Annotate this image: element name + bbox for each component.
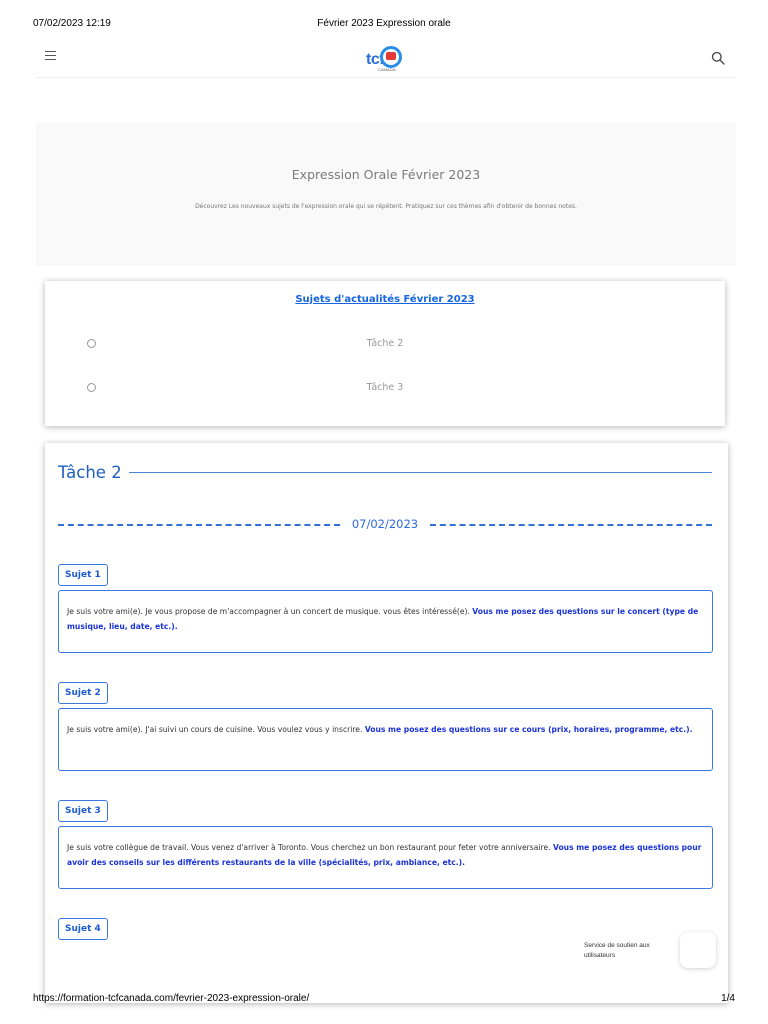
subject-text: Je suis votre ami(e). Je vous propose de… <box>67 607 473 616</box>
search-icon[interactable] <box>711 51 725 65</box>
page-description: Découvrez Les nouveaux sujets de l'expre… <box>195 203 577 210</box>
tache-2-section: Tâche 2 07/02/2023 Sujet 1 Je suis votre… <box>45 443 728 1003</box>
print-title: Février 2023 Expression orale <box>317 18 451 29</box>
canada-flag-icon <box>386 52 396 60</box>
support-label: Service de soutien aux utilisateurs <box>584 942 650 959</box>
subject-question: Vous me posez des questions sur ce cours… <box>364 725 693 734</box>
toc-item-tache-2[interactable]: Tâche 2 <box>45 334 725 354</box>
print-page-number: 1/4 <box>721 993 735 1004</box>
print-footer: https://formation-tcfcanada.com/fevrier-… <box>33 993 735 1007</box>
dashed-line-right <box>430 524 712 526</box>
dashed-line-left <box>58 524 340 526</box>
subject-tag-4[interactable]: Sujet 4 <box>58 918 108 940</box>
subject-tag-2[interactable]: Sujet 2 <box>58 682 108 704</box>
hamburger-menu-icon[interactable] <box>45 51 56 61</box>
toc-item-tache-3[interactable]: Tâche 3 <box>45 378 725 398</box>
print-header: 07/02/2023 12:19 Février 2023 Expression… <box>33 18 735 32</box>
subject-box-1: Je suis votre ami(e). Je vous propose de… <box>58 590 713 653</box>
hero-section: Expression Orale Février 2023 Découvrez … <box>36 122 736 266</box>
chat-support-button[interactable] <box>680 932 716 968</box>
print-url: https://formation-tcfcanada.com/fevrier-… <box>33 993 310 1004</box>
section-date: 07/02/2023 <box>351 517 419 531</box>
subject-text: Je suis votre collègue de travail. Vous … <box>67 843 553 852</box>
section-title: Tâche 2 <box>58 463 122 482</box>
toc-heading-link[interactable]: Sujets d'actualités Février 2023 <box>45 294 725 305</box>
subject-tag-3[interactable]: Sujet 3 <box>58 800 108 822</box>
site-logo[interactable]: tcf CANADA <box>364 46 408 76</box>
subject-box-3: Je suis votre collègue de travail. Vous … <box>58 826 713 889</box>
page-title: Expression Orale Février 2023 <box>291 167 481 182</box>
subject-tag-1[interactable]: Sujet 1 <box>58 564 108 586</box>
section-title-divider <box>129 472 712 473</box>
navbar: tcf CANADA <box>36 38 736 78</box>
subject-text: Je suis votre ami(e). J'ai suivi un cour… <box>67 725 365 734</box>
toc-item-label: Tâche 3 <box>366 382 404 393</box>
date-divider: 07/02/2023 <box>58 516 712 532</box>
logo-subtext: CANADA <box>378 67 396 72</box>
subject-box-2: Je suis votre ami(e). J'ai suivi un cour… <box>58 708 713 771</box>
table-of-contents: Sujets d'actualités Février 2023 Tâche 2… <box>45 281 725 426</box>
toc-item-label: Tâche 2 <box>366 338 404 349</box>
